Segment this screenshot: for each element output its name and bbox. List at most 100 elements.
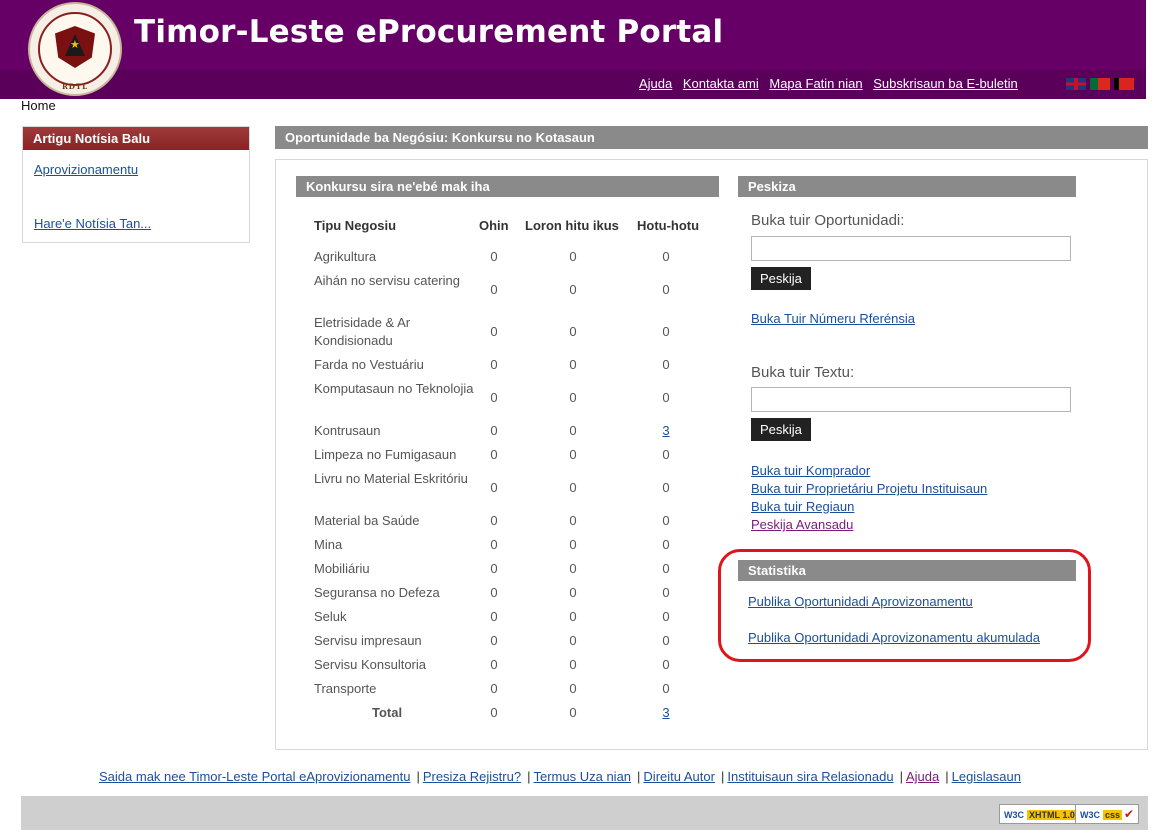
footer-link-help[interactable]: Ajuda: [906, 769, 939, 784]
footer-bar: [21, 796, 1148, 830]
tender-count: 0: [569, 609, 577, 624]
page-title: Oportunidade ba Negósiu: Konkursu no Kot…: [275, 126, 1148, 149]
tender-count: 0: [490, 423, 498, 438]
table-row: Eletrisidade & Ar Kondisionadu 0 0 0: [314, 314, 714, 350]
w3c-css-badge-tag: css: [1103, 810, 1123, 820]
top-link-kontakta-ami[interactable]: Kontakta ami: [683, 76, 759, 91]
tender-count: 0: [662, 633, 670, 648]
w3c-css-badge[interactable]: W3C css ✔: [1075, 804, 1140, 824]
top-nav-links: Ajuda Kontakta ami Mapa Fatin nian Subsk…: [639, 76, 1025, 91]
breadcrumb[interactable]: Home: [21, 98, 56, 113]
footer-separator: |: [899, 769, 903, 784]
news-link-more[interactable]: Hare'e Notísia Tan...: [34, 216, 151, 231]
tender-count: 0: [662, 447, 670, 462]
tender-count: 0: [569, 357, 577, 372]
tender-count: 0: [490, 633, 498, 648]
tender-count-link[interactable]: 3: [651, 704, 681, 722]
tender-count: 0: [490, 324, 498, 339]
tender-count: 0: [569, 561, 577, 576]
table-row: Aihán no servisu catering 0 0 0: [314, 272, 714, 308]
table-total-row: Total 0 0 3: [314, 704, 714, 722]
business-type-name: Seguransa no Defeza: [314, 585, 440, 600]
tender-count: 0: [490, 657, 498, 672]
tender-count: 0: [569, 324, 577, 339]
col-header-all: Hotu-hotu: [637, 218, 700, 233]
tender-count: 0: [569, 390, 577, 405]
table-row: Seguransa no Defeza 0 0 0: [314, 584, 714, 602]
tender-count: 0: [569, 633, 577, 648]
business-type-name: Komputasaun no Teknolojia: [314, 381, 474, 396]
tender-count: 0: [490, 537, 498, 552]
flag-uk-icon[interactable]: [1066, 78, 1086, 90]
news-panel: Artigu Notísia Balu Aprovizionamentu Har…: [22, 126, 250, 243]
tender-count-link[interactable]: 3: [651, 422, 681, 440]
table-row: Agrikultura 0 0 0: [314, 248, 714, 266]
checkmark-icon: ✔: [1124, 807, 1135, 821]
footer-separator: |: [945, 769, 949, 784]
business-type-name: Servisu Konsultoria: [314, 657, 426, 672]
tender-count: 0: [569, 447, 577, 462]
business-type-name: Limpeza no Fumigasaun: [314, 447, 457, 462]
table-row: Komputasaun no Teknolojia 0 0 0: [314, 380, 714, 416]
language-flags: [1066, 78, 1138, 93]
government-seal-logo[interactable]: ★ RDTL: [28, 2, 122, 96]
footer-link-copyright[interactable]: Direitu Autor: [643, 769, 715, 784]
news-panel-title: Artigu Notísia Balu: [23, 127, 249, 150]
opportunity-search-label: Buka tuir Oportunidadi:: [751, 212, 905, 229]
footer-link-about[interactable]: Saida mak nee Timor-Leste Portal eAprovi…: [99, 769, 410, 784]
opportunity-search-input[interactable]: [751, 236, 1071, 261]
business-type-name: Farda no Vestuáriu: [314, 357, 424, 372]
tender-count: 0: [569, 705, 577, 720]
text-search-input[interactable]: [751, 387, 1071, 412]
footer-separator: |: [527, 769, 531, 784]
tender-count: 0: [569, 480, 577, 495]
footer-link-terms[interactable]: Termus Uza nian: [533, 769, 631, 784]
flag-timor-leste-icon[interactable]: [1114, 78, 1134, 90]
business-type-name: Kontrusaun: [314, 423, 381, 438]
table-row: Transporte 0 0 0: [314, 680, 714, 698]
text-search-button[interactable]: Peskija: [751, 418, 811, 441]
table-row: Livru no Material Eskritóriu 0 0 0: [314, 470, 714, 506]
advanced-search-link[interactable]: Peskija Avansadu: [751, 517, 853, 532]
tender-count: 0: [490, 390, 498, 405]
search-by-region-link[interactable]: Buka tuir Regiaun: [751, 499, 854, 514]
top-link-ajuda[interactable]: Ajuda: [639, 76, 672, 91]
tender-count: 0: [569, 249, 577, 264]
site-title: Timor-Leste eProcurement Portal: [134, 14, 724, 50]
flag-portugal-icon[interactable]: [1090, 78, 1110, 90]
top-link-mapa-fatin[interactable]: Mapa Fatin nian: [769, 76, 862, 91]
footer-link-register[interactable]: Presiza Rejistru?: [423, 769, 521, 784]
col-header-business-type: Tipu Negosiu: [314, 218, 397, 233]
news-link-aprovizionamentu[interactable]: Aprovizionamentu: [34, 162, 138, 177]
table-row: Mobiliáriu 0 0 0: [314, 560, 714, 578]
header-right-gap: [1146, 0, 1172, 99]
tender-count: 0: [490, 681, 498, 696]
business-type-name: Eletrisidade & Ar Kondisionadu: [314, 315, 411, 348]
table-row: Servisu Konsultoria 0 0 0: [314, 656, 714, 674]
search-by-buyer-link[interactable]: Buka tuir Komprador: [751, 463, 870, 478]
business-type-name: Agrikultura: [314, 249, 377, 264]
tender-count: 0: [569, 585, 577, 600]
business-type-name: Aihán no servisu catering: [314, 273, 460, 288]
search-by-project-owner-link[interactable]: Buka tuir Proprietáriu Projetu Instituis…: [751, 481, 987, 496]
opportunity-search-button[interactable]: Peskija: [751, 267, 811, 290]
search-section-title: Peskiza: [738, 176, 1076, 197]
tender-count: 0: [662, 657, 670, 672]
business-type-name: Material ba Saúde: [314, 513, 420, 528]
tender-count: 0: [662, 585, 670, 600]
reference-number-search-link[interactable]: Buka Tuir Númeru Rferénsia: [751, 311, 915, 326]
tender-count: 0: [569, 423, 577, 438]
business-type-name: Mina: [314, 537, 343, 552]
footer-link-legislation[interactable]: Legislasaun: [952, 769, 1021, 784]
tender-count: 0: [569, 513, 577, 528]
top-link-subskrisaun[interactable]: Subskrisaun ba E-buletin: [873, 76, 1018, 91]
tender-count: 0: [490, 705, 498, 720]
table-row: Kontrusaun 0 0 3: [314, 422, 714, 440]
tender-count: 0: [569, 537, 577, 552]
tender-count: 0: [662, 681, 670, 696]
footer-separator: |: [720, 769, 725, 784]
tender-count: 0: [662, 561, 670, 576]
table-row: Limpeza no Fumigasaun 0 0 0: [314, 446, 714, 464]
footer-link-related-institutions[interactable]: Instituisaun sira Relasionadu: [727, 769, 893, 784]
tender-count: 0: [662, 480, 670, 495]
